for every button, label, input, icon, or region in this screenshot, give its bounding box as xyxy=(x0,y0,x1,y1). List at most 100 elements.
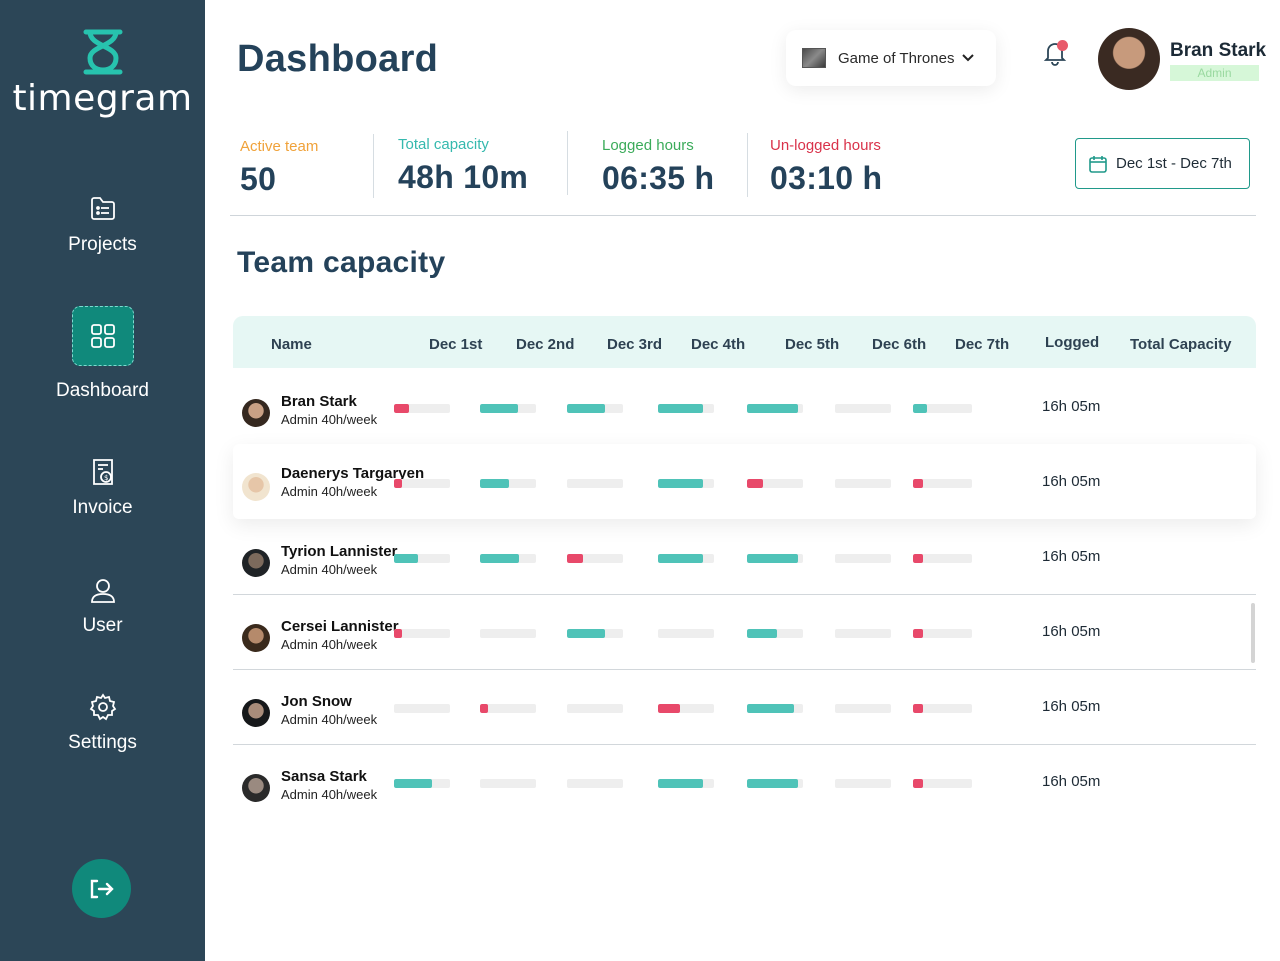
column-header-day[interactable]: Dec 1st xyxy=(429,336,482,353)
capacity-bar-day-4[interactable] xyxy=(658,704,714,713)
table-row[interactable]: Bran StarkAdmin 40h/week16h 05m xyxy=(233,370,1256,445)
table-row[interactable]: Tyrion LannisterAdmin 40h/week16h 05m xyxy=(233,520,1256,595)
logout-button[interactable] xyxy=(72,859,131,918)
capacity-bar-day-6[interactable] xyxy=(835,779,891,788)
sidebar-item-user[interactable]: User xyxy=(0,577,205,637)
column-header-total-capacity[interactable]: Total Capacity xyxy=(1130,336,1231,353)
capacity-bar-day-2[interactable] xyxy=(480,779,536,788)
hourglass-logo-icon xyxy=(80,28,126,76)
sidebar-item-dashboard[interactable]: Dashboard xyxy=(0,306,205,402)
capacity-bar-day-5[interactable] xyxy=(747,629,803,638)
capacity-bar-day-4[interactable] xyxy=(658,404,714,413)
table-row[interactable]: Cersei LannisterAdmin 40h/week16h 05m xyxy=(233,595,1256,670)
capacity-bar-day-1[interactable] xyxy=(394,404,450,413)
member-name[interactable]: Bran Stark xyxy=(281,393,357,410)
capacity-bar-day-6[interactable] xyxy=(835,554,891,563)
row-divider xyxy=(233,669,1256,670)
member-role: Admin 40h/week xyxy=(281,484,377,499)
member-name[interactable]: Sansa Stark xyxy=(281,768,367,785)
capacity-bar-fill xyxy=(394,479,402,488)
capacity-bar-day-3[interactable] xyxy=(567,404,623,413)
capacity-bar-fill xyxy=(658,704,680,713)
capacity-bar-day-1[interactable] xyxy=(394,479,450,488)
column-header-day[interactable]: Dec 4th xyxy=(691,336,745,353)
capacity-bar-day-1[interactable] xyxy=(394,704,450,713)
column-header-day[interactable]: Dec 7th xyxy=(955,336,1009,353)
logged-hours: 16h 05m xyxy=(1042,773,1100,790)
member-name[interactable]: Jon Snow xyxy=(281,693,352,710)
total-capacity-bar[interactable] xyxy=(913,629,968,638)
capacity-bar-day-3[interactable] xyxy=(567,779,623,788)
capacity-bar-day-2[interactable] xyxy=(480,479,536,488)
avatar[interactable] xyxy=(1098,28,1160,90)
capacity-bar-day-3[interactable] xyxy=(567,479,623,488)
chevron-down-icon xyxy=(962,54,974,62)
scrollbar[interactable] xyxy=(1251,603,1255,663)
svg-text:$: $ xyxy=(104,474,108,482)
sidebar-item-settings[interactable]: Settings xyxy=(0,692,205,754)
capacity-bar-fill xyxy=(747,629,777,638)
capacity-bar-fill xyxy=(747,404,798,413)
capacity-bar-day-4[interactable] xyxy=(658,779,714,788)
app-logo[interactable]: timegram xyxy=(0,28,205,119)
logged-hours: 16h 05m xyxy=(1042,398,1100,415)
date-range-label: Dec 1st - Dec 7th xyxy=(1116,155,1232,172)
table-row[interactable]: Jon SnowAdmin 40h/week16h 05m xyxy=(233,670,1256,745)
sidebar-item-projects[interactable]: Projects xyxy=(0,194,205,256)
capacity-bar-day-4[interactable] xyxy=(658,554,714,563)
capacity-bar-day-2[interactable] xyxy=(480,404,536,413)
sidebar-item-invoice[interactable]: $ Invoice xyxy=(0,457,205,519)
capacity-bar-fill xyxy=(658,779,703,788)
column-header-name[interactable]: Name xyxy=(271,336,312,353)
capacity-bar-day-2[interactable] xyxy=(480,704,536,713)
capacity-bar-day-6[interactable] xyxy=(835,704,891,713)
capacity-bar-day-1[interactable] xyxy=(394,554,450,563)
table-row[interactable]: Daenerys TargaryenAdmin 40h/week16h 05m xyxy=(233,444,1256,519)
member-name[interactable]: Tyrion Lannister xyxy=(281,543,397,560)
capacity-bar-fill xyxy=(394,779,432,788)
capacity-bar-day-5[interactable] xyxy=(747,554,803,563)
total-capacity-bar[interactable] xyxy=(913,404,968,413)
capacity-bar-day-5[interactable] xyxy=(747,779,803,788)
column-header-day[interactable]: Dec 3rd xyxy=(607,336,662,353)
total-capacity-bar[interactable] xyxy=(913,704,968,713)
column-header-day[interactable]: Dec 2nd xyxy=(516,336,574,353)
total-capacity-bar[interactable] xyxy=(913,554,968,563)
capacity-bar-day-1[interactable] xyxy=(394,629,450,638)
capacity-bar-fill xyxy=(480,554,519,563)
capacity-bar-day-6[interactable] xyxy=(835,404,891,413)
capacity-bar-fill xyxy=(658,404,703,413)
capacity-bar-day-4[interactable] xyxy=(658,629,714,638)
capacity-bar-day-5[interactable] xyxy=(747,704,803,713)
capacity-bar-day-6[interactable] xyxy=(835,629,891,638)
logged-hours: 16h 05m xyxy=(1042,548,1100,565)
capacity-bar-day-4[interactable] xyxy=(658,479,714,488)
capacity-bar-day-2[interactable] xyxy=(480,554,536,563)
capacity-bar-day-3[interactable] xyxy=(567,704,623,713)
table-row[interactable]: Sansa Stark Admin 40h/week 16h 05m xyxy=(233,745,1256,820)
capacity-bar-day-1[interactable] xyxy=(394,779,450,788)
app-name: timegram xyxy=(0,78,205,119)
capacity-bar-day-5[interactable] xyxy=(747,404,803,413)
capacity-bar-day-5[interactable] xyxy=(747,479,803,488)
date-range-picker[interactable]: Dec 1st - Dec 7th xyxy=(1075,138,1250,189)
capacity-bar-day-2[interactable] xyxy=(480,629,536,638)
calendar-icon xyxy=(1088,154,1108,174)
column-header-logged[interactable]: Logged xyxy=(1045,334,1099,351)
capacity-bar-day-6[interactable] xyxy=(835,479,891,488)
column-header-day[interactable]: Dec 5th xyxy=(785,336,839,353)
member-name[interactable]: Cersei Lannister xyxy=(281,618,399,635)
member-role: Admin 40h/week xyxy=(281,787,377,802)
capacity-bar-fill xyxy=(747,479,763,488)
capacity-bar-day-3[interactable] xyxy=(567,554,623,563)
capacity-bar-day-3[interactable] xyxy=(567,629,623,638)
project-thumbnail xyxy=(802,48,826,68)
column-header-day[interactable]: Dec 6th xyxy=(872,336,926,353)
total-capacity-bar[interactable] xyxy=(913,479,968,488)
avatar xyxy=(242,473,270,501)
stat-value: 03:10 h xyxy=(770,160,882,197)
total-capacity-bar[interactable] xyxy=(913,779,968,788)
sidebar-item-label: User xyxy=(0,615,205,637)
stat-logged-hours: Logged hours 06:35 h xyxy=(602,137,714,197)
project-selector[interactable]: Game of Thrones xyxy=(786,30,996,86)
